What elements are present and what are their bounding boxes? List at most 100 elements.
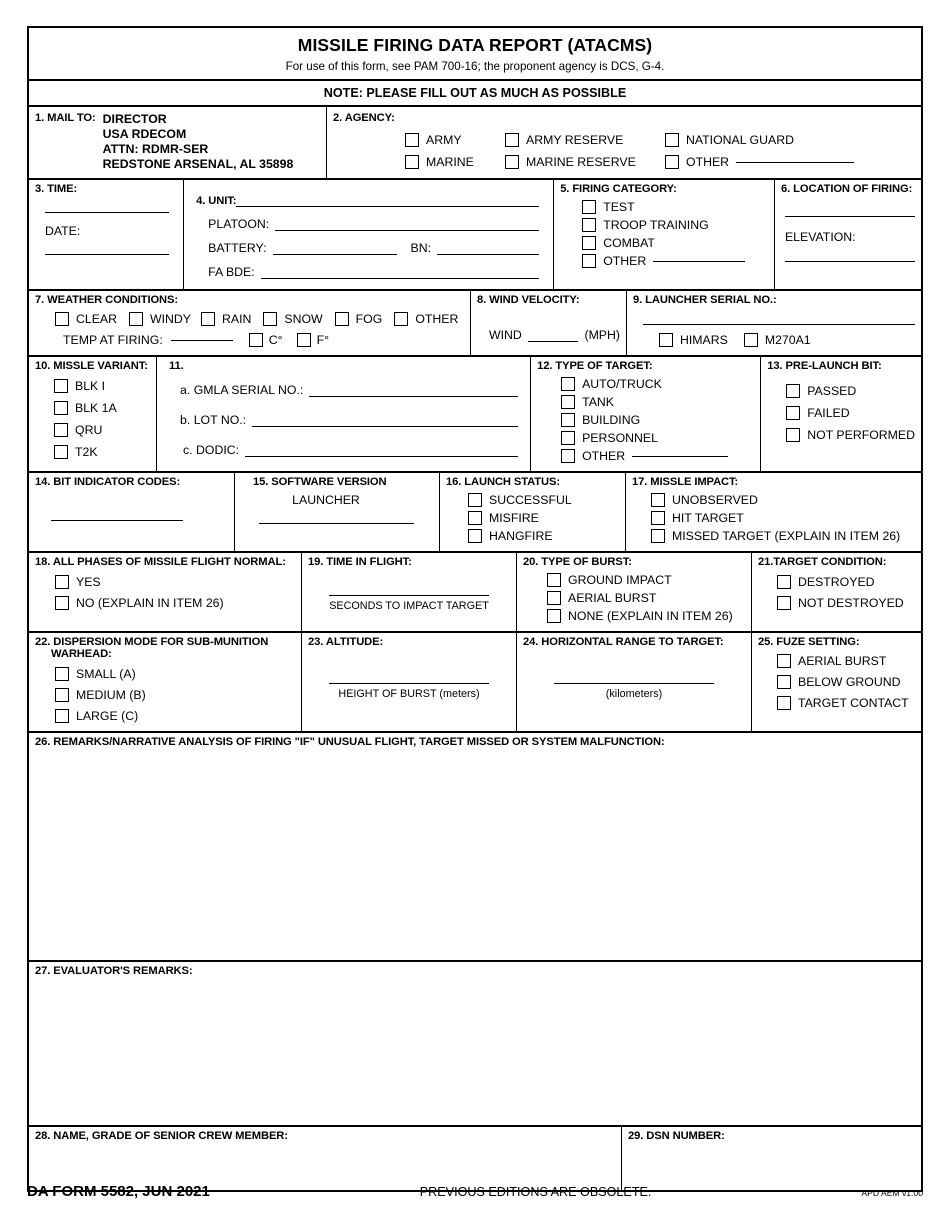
item21-option-destroyed[interactable]: DESTROYED (777, 575, 915, 589)
checkbox-icon[interactable] (651, 529, 665, 543)
item3-date-input[interactable] (45, 254, 169, 255)
item20-option-none[interactable]: NONE (EXPLAIN IN ITEM 26) (547, 609, 745, 623)
checkbox-icon[interactable] (651, 493, 665, 507)
checkbox-icon[interactable] (394, 312, 409, 326)
checkbox-icon[interactable] (561, 449, 576, 463)
item29-dsn-number[interactable]: 29. DSN NUMBER: (621, 1127, 921, 1190)
item5-option-troop-training[interactable]: TROOP TRAINING (582, 218, 768, 232)
checkbox-icon[interactable] (659, 333, 673, 347)
checkbox-icon[interactable] (665, 155, 679, 169)
checkbox-icon[interactable] (665, 133, 679, 147)
checkbox-icon[interactable] (561, 377, 576, 391)
item22-option-medium[interactable]: MEDIUM (B) (55, 688, 295, 702)
checkbox-icon[interactable] (786, 406, 801, 420)
item12-option-auto-truck[interactable]: AUTO/TRUCK (561, 377, 754, 391)
checkbox-icon[interactable] (405, 155, 419, 169)
item12-option-tank[interactable]: TANK (561, 395, 754, 409)
checkbox-icon[interactable] (582, 236, 597, 250)
item18-option-yes[interactable]: YES (55, 575, 295, 589)
checkbox-icon[interactable] (547, 573, 561, 587)
checkbox-icon[interactable] (248, 333, 263, 347)
item4-battery-input[interactable] (272, 242, 397, 255)
checkbox-icon[interactable] (547, 609, 561, 623)
checkbox-icon[interactable] (55, 709, 69, 723)
item19-time-input[interactable] (329, 595, 489, 596)
item17-option-unobserved[interactable]: UNOBSERVED (651, 493, 915, 507)
item25-option-target-contact[interactable]: TARGET CONTACT (777, 696, 915, 710)
item2-option-marine-reserve[interactable]: MARINE RESERVE (505, 155, 665, 169)
item16-option-successful[interactable]: SUCCESSFUL (468, 493, 619, 507)
item13-option-passed[interactable]: PASSED (786, 384, 915, 398)
checkbox-icon[interactable] (582, 200, 597, 214)
checkbox-icon[interactable] (561, 431, 576, 445)
item23-altitude-input[interactable] (329, 683, 489, 684)
item9-serial-input[interactable] (643, 324, 915, 325)
item4-fabde-input[interactable] (260, 266, 540, 279)
checkbox-icon[interactable] (54, 379, 68, 393)
item20-option-ground-impact[interactable]: GROUND IMPACT (547, 573, 745, 587)
item17-option-missed-target[interactable]: MISSED TARGET (EXPLAIN IN ITEM 26) (651, 529, 915, 543)
checkbox-icon[interactable] (54, 423, 68, 437)
item7-option-fog[interactable]: FOG (334, 312, 382, 326)
checkbox-icon[interactable] (55, 575, 69, 589)
item12-option-building[interactable]: BUILDING (561, 413, 754, 427)
item4-platoon-input[interactable] (275, 218, 540, 231)
item9-option-himars[interactable]: HIMARS (659, 333, 728, 347)
item11-lot-input[interactable] (252, 414, 519, 427)
item4-bn-input[interactable] (437, 242, 540, 255)
item27-evaluator-remarks[interactable]: 27. EVALUATOR'S REMARKS: (29, 962, 921, 1125)
checkbox-icon[interactable] (54, 401, 68, 415)
checkbox-icon[interactable] (786, 428, 801, 442)
item10-option-blk-1a[interactable]: BLK 1A (54, 401, 150, 415)
item28-senior-crew-member[interactable]: 28. NAME, GRADE OF SENIOR CREW MEMBER: (29, 1127, 621, 1190)
item15-version-input[interactable] (259, 523, 414, 524)
item2-option-army-reserve[interactable]: ARMY RESERVE (505, 133, 665, 147)
item3-time-input[interactable] (45, 212, 169, 213)
checkbox-icon[interactable] (777, 596, 791, 610)
item10-option-qru[interactable]: QRU (54, 423, 150, 437)
item10-option-blk-i[interactable]: BLK I (54, 379, 150, 393)
item11-dodic-input[interactable] (245, 444, 519, 457)
item24-range-input[interactable] (554, 683, 714, 684)
checkbox-icon[interactable] (296, 333, 311, 347)
checkbox-icon[interactable] (468, 511, 482, 525)
checkbox-icon[interactable] (55, 596, 69, 610)
item7-option-clear[interactable]: CLEAR (55, 312, 117, 326)
item7-temp-input[interactable] (170, 339, 233, 341)
checkbox-icon[interactable] (582, 254, 597, 268)
item22-option-large[interactable]: LARGE (C) (55, 709, 295, 723)
item7-option-other[interactable]: OTHER (394, 312, 458, 326)
item7-option-snow[interactable]: SNOW (263, 312, 323, 326)
checkbox-icon[interactable] (777, 575, 791, 589)
checkbox-icon[interactable] (786, 384, 801, 398)
item4-unit-input[interactable] (236, 194, 540, 207)
item9-option-m270a1[interactable]: M270A1 (743, 333, 811, 347)
item7-option-windy[interactable]: WINDY (129, 312, 191, 326)
checkbox-icon[interactable] (743, 333, 758, 347)
checkbox-icon[interactable] (263, 312, 278, 326)
item8-wind-input[interactable] (527, 341, 579, 342)
checkbox-icon[interactable] (777, 696, 791, 710)
item12-option-other[interactable]: OTHER (561, 449, 754, 463)
item6-location-input[interactable] (784, 216, 915, 217)
checkbox-icon[interactable] (777, 654, 791, 668)
checkbox-icon[interactable] (505, 155, 519, 169)
checkbox-icon[interactable] (468, 529, 482, 543)
item2-other-input[interactable] (736, 161, 855, 163)
item5-option-other[interactable]: OTHER (582, 254, 768, 268)
item2-option-other[interactable]: OTHER (665, 155, 855, 169)
item6-elevation-input[interactable] (784, 261, 915, 262)
item10-option-t2k[interactable]: T2K (54, 445, 150, 459)
item13-option-failed[interactable]: FAILED (786, 406, 915, 420)
item5-option-combat[interactable]: COMBAT (582, 236, 768, 250)
checkbox-icon[interactable] (405, 133, 419, 147)
item14-codes-input[interactable] (51, 520, 183, 521)
checkbox-icon[interactable] (468, 493, 482, 507)
item18-option-no[interactable]: NO (EXPLAIN IN ITEM 26) (55, 596, 295, 610)
item5-option-test[interactable]: TEST (582, 200, 768, 214)
checkbox-icon[interactable] (55, 688, 69, 702)
item16-option-hangfire[interactable]: HANGFIRE (468, 529, 619, 543)
item21-option-not-destroyed[interactable]: NOT DESTROYED (777, 596, 915, 610)
checkbox-icon[interactable] (651, 511, 665, 525)
item22-option-small[interactable]: SMALL (A) (55, 667, 295, 681)
